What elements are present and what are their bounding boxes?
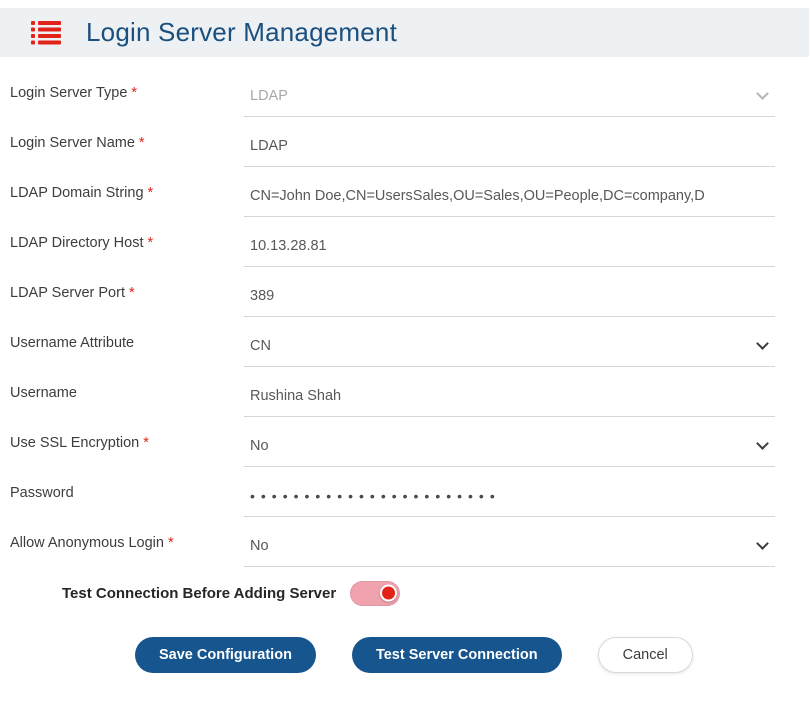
field-label: Password: [10, 476, 244, 501]
field-row-login-server-name: Login Server Name* LDAP: [10, 126, 775, 167]
field-label: Username Attribute: [10, 326, 244, 351]
field-row-password: Password •••••••••••••••••••••••: [10, 476, 775, 517]
select-use-ssl-encryption[interactable]: No: [244, 426, 775, 467]
input-login-server-name[interactable]: LDAP: [244, 126, 775, 167]
field-label: Login Server Type*: [10, 76, 244, 101]
required-asterisk: *: [143, 435, 149, 451]
field-row-use-ssl-encryption: Use SSL Encryption* No: [10, 426, 775, 467]
field-row-ldap-domain-string: LDAP Domain String* CN=John Doe,CN=Users…: [10, 176, 775, 217]
chevron-down-icon: [756, 337, 769, 350]
save-configuration-button[interactable]: Save Configuration: [135, 637, 316, 673]
field-label: Login Server Name*: [10, 126, 244, 151]
login-server-form: Login Server Type* LDAP Login Server Nam…: [0, 57, 809, 673]
toggle-knob-icon: [380, 585, 397, 602]
field-label: Use SSL Encryption*: [10, 426, 244, 451]
select-login-server-type[interactable]: LDAP: [244, 76, 775, 117]
page-header: Login Server Management: [0, 8, 809, 57]
field-value: 10.13.28.81: [250, 238, 327, 254]
field-label: LDAP Server Port*: [10, 276, 244, 301]
required-asterisk: *: [148, 235, 154, 251]
input-username[interactable]: Rushina Shah: [244, 376, 775, 417]
field-row-ldap-server-port: LDAP Server Port* 389: [10, 276, 775, 317]
input-ldap-directory-host[interactable]: 10.13.28.81: [244, 226, 775, 267]
field-label: LDAP Domain String*: [10, 176, 244, 201]
field-value: CN: [250, 338, 271, 354]
chevron-down-icon: [756, 537, 769, 550]
field-label: LDAP Directory Host*: [10, 226, 244, 251]
required-asterisk: *: [168, 535, 174, 551]
required-asterisk: *: [148, 185, 154, 201]
input-ldap-server-port[interactable]: 389: [244, 276, 775, 317]
field-row-allow-anonymous-login: Allow Anonymous Login* No: [10, 526, 775, 567]
field-value: No: [250, 538, 269, 554]
field-value: LDAP: [250, 88, 288, 104]
test-connection-toggle-row: Test Connection Before Adding Server: [62, 579, 809, 607]
field-row-ldap-directory-host: LDAP Directory Host* 10.13.28.81: [10, 226, 775, 267]
select-username-attribute[interactable]: CN: [244, 326, 775, 367]
test-connection-toggle[interactable]: [350, 581, 400, 606]
field-row-login-server-type: Login Server Type* LDAP: [10, 76, 775, 117]
test-server-connection-button[interactable]: Test Server Connection: [352, 637, 562, 673]
chevron-down-icon: [756, 87, 769, 100]
field-value: CN=John Doe,CN=UsersSales,OU=Sales,OU=Pe…: [250, 188, 705, 204]
cancel-button[interactable]: Cancel: [598, 637, 693, 673]
required-asterisk: *: [139, 135, 145, 151]
field-value: •••••••••••••••••••••••: [250, 488, 501, 504]
field-label: Username: [10, 376, 244, 401]
field-value: 389: [250, 288, 274, 304]
page-title: Login Server Management: [86, 17, 397, 48]
input-password[interactable]: •••••••••••••••••••••••: [244, 476, 775, 517]
field-row-username: Username Rushina Shah: [10, 376, 775, 417]
field-value: No: [250, 438, 269, 454]
action-buttons: Save Configuration Test Server Connectio…: [135, 637, 809, 673]
required-asterisk: *: [131, 85, 137, 101]
chevron-down-icon: [756, 437, 769, 450]
field-label: Allow Anonymous Login*: [10, 526, 244, 551]
field-value: Rushina Shah: [250, 388, 341, 404]
server-stack-icon: [31, 20, 61, 46]
select-allow-anonymous-login[interactable]: No: [244, 526, 775, 567]
form-rows: Login Server Type* LDAP Login Server Nam…: [0, 76, 809, 567]
field-row-username-attribute: Username Attribute CN: [10, 326, 775, 367]
toggle-label: Test Connection Before Adding Server: [62, 585, 336, 602]
input-ldap-domain-string[interactable]: CN=John Doe,CN=UsersSales,OU=Sales,OU=Pe…: [244, 176, 775, 217]
field-value: LDAP: [250, 138, 288, 154]
required-asterisk: *: [129, 285, 135, 301]
